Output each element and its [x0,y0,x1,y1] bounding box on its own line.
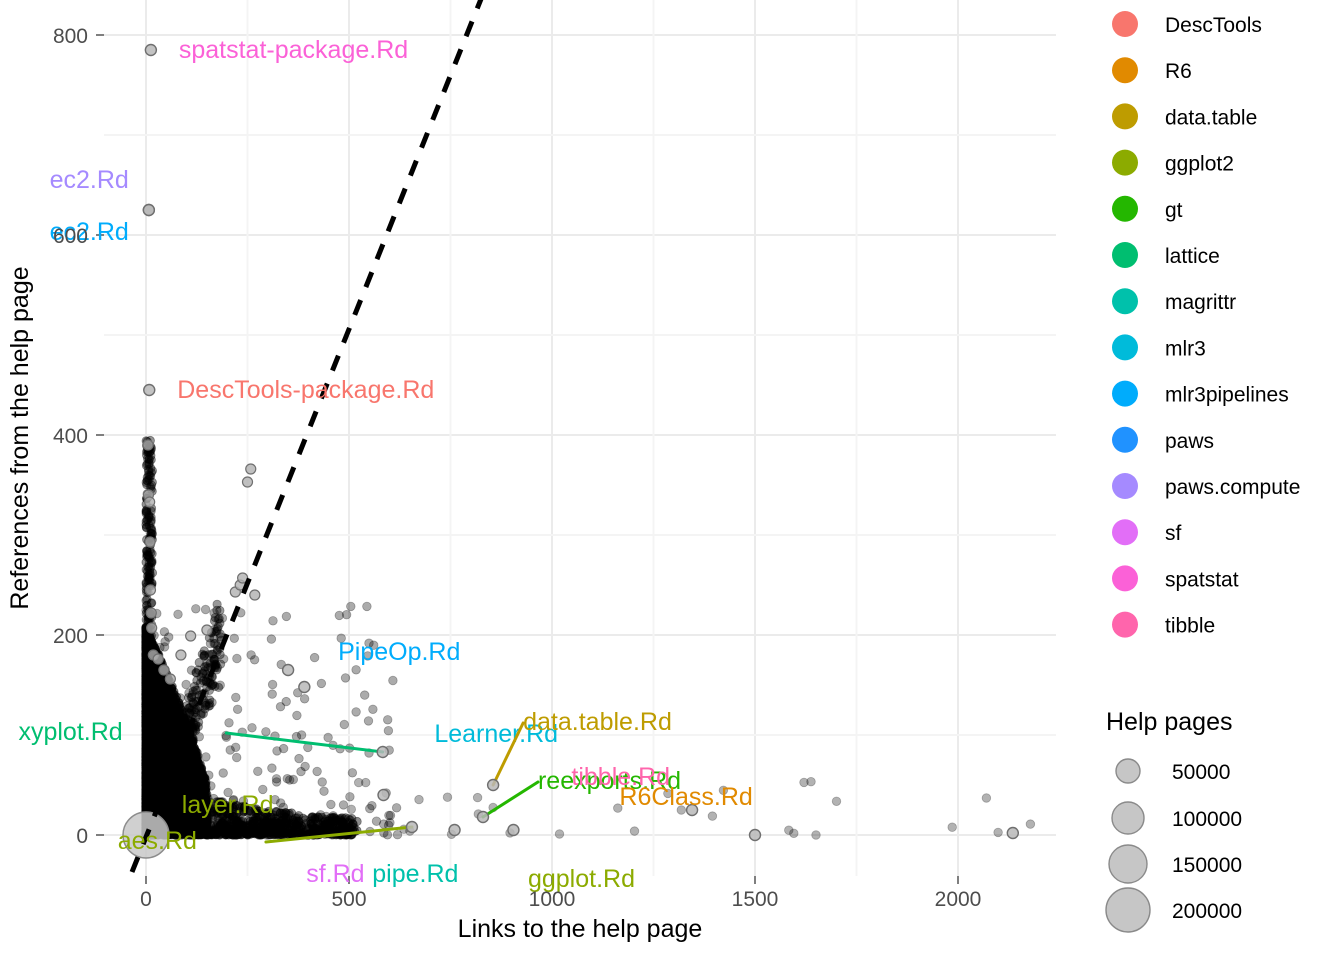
scatter-plot: spatstat-package.Rdec2.Rdec2.RdDescTools… [6,0,1300,943]
scatter-point [141,565,151,575]
scatter-point [161,738,171,748]
scatter-point [145,523,156,534]
scatter-point [190,750,201,761]
scatter-point [141,633,151,643]
scatter-point [141,508,151,519]
scatter-point [143,464,154,474]
chart-root: spatstat-package.Rd ec2.Rd ec2.Rd DescTools… [0,0,1344,960]
scatter-point [143,573,154,583]
scatter-point [145,674,155,685]
scatter-point [142,550,153,560]
